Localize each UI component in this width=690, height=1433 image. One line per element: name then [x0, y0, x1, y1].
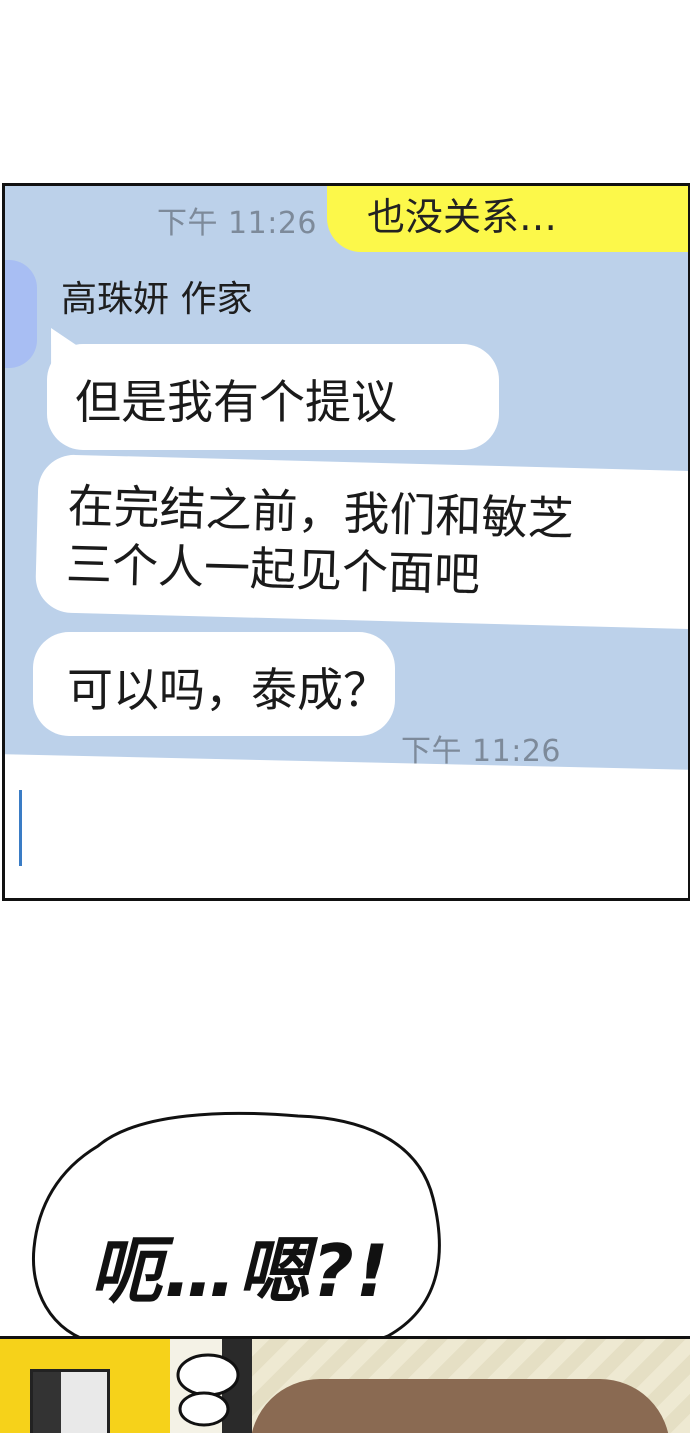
chat-conversation: 也没关系… 下午 11:26 高珠妍 作家 但是我有个提议 在完结之前，我们和敏…: [5, 186, 688, 898]
message-text-line: 三个人一起见个面吧: [65, 536, 481, 602]
incoming-message-bubble[interactable]: 但是我有个提议: [47, 344, 499, 450]
message-input-field[interactable]: [5, 754, 688, 898]
next-comic-panel: [0, 1336, 690, 1433]
outgoing-message-text: 也没关系…: [367, 195, 558, 239]
incoming-message-bubble[interactable]: 可以吗，泰成？: [33, 632, 395, 736]
text-cursor: [19, 790, 22, 866]
box-shadow-side: [33, 1372, 61, 1433]
message-timestamp: 下午 11:26: [157, 206, 317, 241]
sender-avatar[interactable]: [5, 260, 37, 368]
sender-name: 高珠妍 作家: [61, 279, 253, 320]
outgoing-message-bubble: 也没关系…: [327, 186, 688, 252]
box-icon: [30, 1369, 110, 1433]
message-text: 可以吗，泰成？: [67, 663, 389, 717]
incoming-message-bubble[interactable]: 在完结之前，我们和敏芝 三个人一起见个面吧: [34, 454, 688, 631]
message-text: 但是我有个提议: [75, 375, 397, 429]
small-thought-cloud: [176, 1353, 240, 1427]
thought-bubble-text: 呃…嗯?!: [90, 1229, 391, 1313]
chat-screen-panel: 也没关系… 下午 11:26 高珠妍 作家 但是我有个提议 在完结之前，我们和敏…: [2, 183, 690, 901]
character-hair: [250, 1379, 670, 1433]
